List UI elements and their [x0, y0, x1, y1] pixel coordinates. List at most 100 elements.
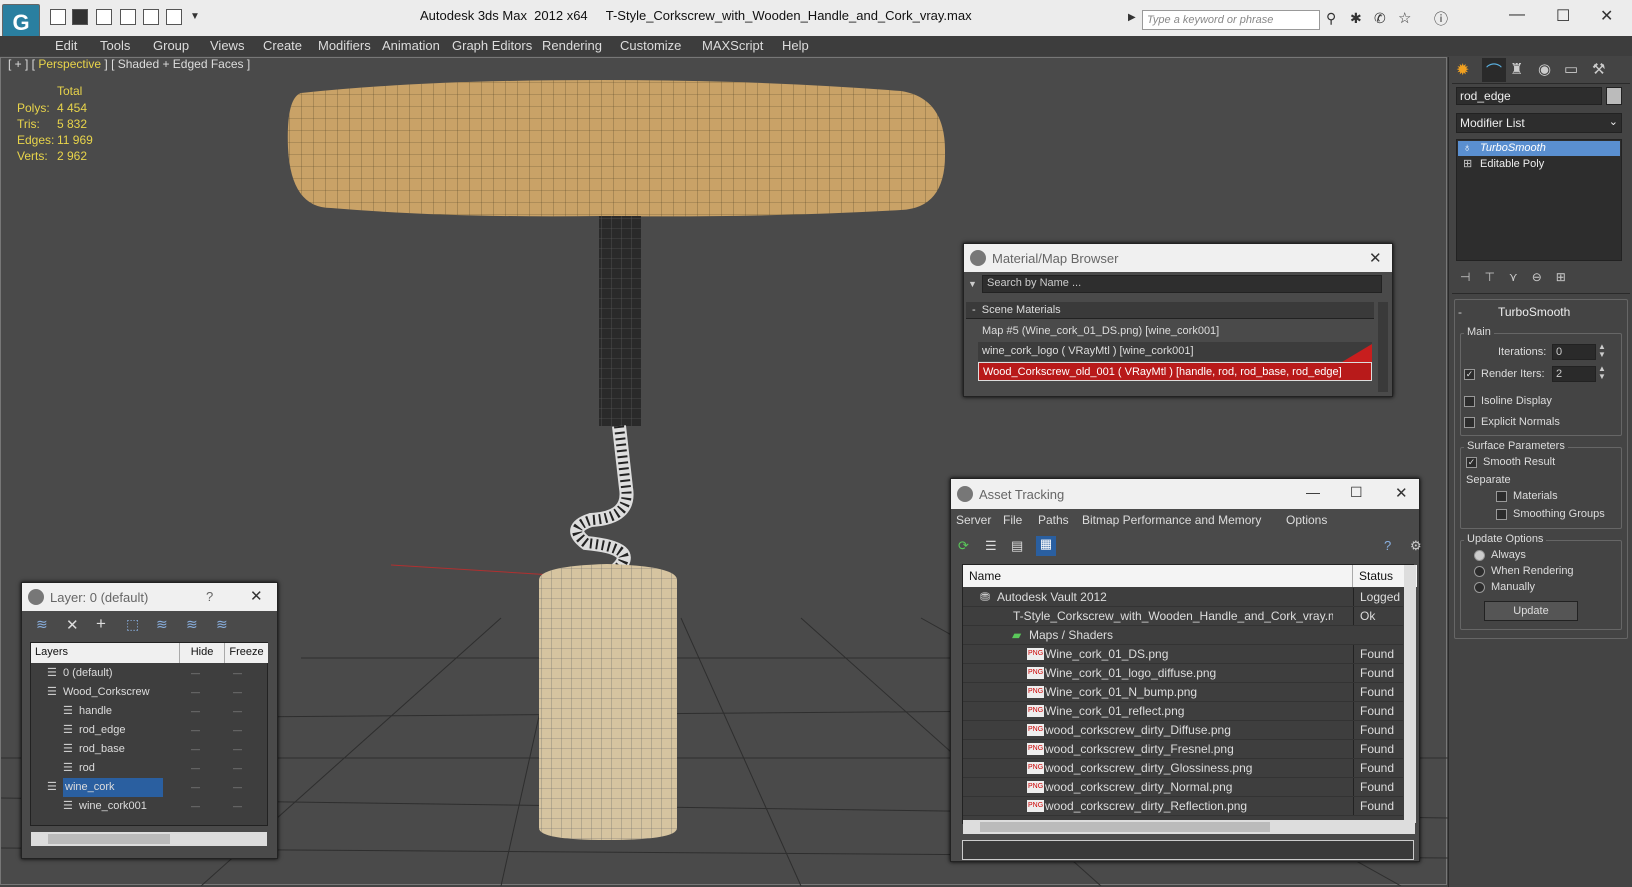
asset-row[interactable]: PNG Wine_cork_01_logo_diffuse.png Found [963, 664, 1403, 683]
layer-freeze-toggle[interactable]: ― [233, 702, 242, 721]
iterations-spinner-arrows[interactable]: ▲ ▼ [1598, 343, 1606, 359]
rollout-title[interactable]: TurboSmooth [1498, 305, 1570, 319]
layer-hide-toggle[interactable]: ― [191, 664, 200, 683]
stack-item-turbosmooth[interactable]: ♁ TurboSmooth [1458, 141, 1620, 156]
maximize-icon[interactable]: ☐ [1556, 6, 1570, 26]
lightbulb-icon[interactable]: ♁ [1463, 141, 1471, 156]
layer-hide-toggle[interactable]: ― [191, 740, 200, 759]
asset-vertical-scrollbar[interactable] [1404, 565, 1416, 823]
material-browser-titlebar[interactable]: Material/Map Browser ✕ [964, 244, 1392, 272]
create-tab-icon[interactable]: ✹ [1456, 60, 1469, 80]
stack-item-editable-poly[interactable]: ⊞ Editable Poly [1458, 157, 1620, 172]
expand-plus-icon[interactable]: ⊞ [1463, 157, 1472, 172]
highlight-layer-icon[interactable]: ≋ [156, 616, 168, 633]
menu-maxscript[interactable]: MAXScript [702, 36, 763, 56]
layer-col-freeze[interactable]: Freeze [224, 643, 268, 663]
material-search-input[interactable]: Search by Name ... [982, 275, 1382, 293]
thumbnail-view-icon[interactable]: ▤ [1011, 538, 1023, 554]
utilities-tab-icon[interactable]: ⚒ [1592, 60, 1605, 78]
menu-tools[interactable]: Tools [100, 36, 130, 56]
redo-icon[interactable] [143, 9, 159, 25]
asset-menu-server[interactable]: Server [956, 513, 991, 527]
separate-materials-checkbox[interactable]: Materials [1496, 490, 1558, 502]
menu-help[interactable]: Help [782, 36, 809, 56]
explicit-normals-checkbox[interactable]: Explicit Normals [1464, 416, 1560, 428]
layer-freeze-toggle[interactable]: ― [233, 797, 242, 816]
asset-settings-icon[interactable]: ⚙ [1410, 538, 1422, 554]
browser-options-dropdown-icon[interactable]: ▼ [968, 279, 977, 289]
binoculars-icon[interactable]: ⚲ [1326, 10, 1336, 27]
layer-col-layers[interactable]: Layers [31, 643, 179, 663]
material-item-wine-cork-logo[interactable]: wine_cork_logo ( VRayMtl ) [wine_cork001… [978, 342, 1372, 361]
search-expand-icon[interactable]: ▶ [1128, 12, 1136, 23]
layer-row[interactable]: ☰ rod_base ― ― [31, 740, 267, 759]
smooth-result-checkbox[interactable]: ✓ Smooth Result [1466, 456, 1555, 468]
layer-hide-toggle[interactable]: ― [191, 721, 200, 740]
asset-col-name[interactable]: Name [963, 565, 1353, 587]
add-to-layer-icon[interactable]: + [96, 614, 106, 634]
object-name-field[interactable]: rod_edge [1456, 87, 1602, 105]
menu-create[interactable]: Create [263, 36, 302, 56]
asset-row[interactable]: PNG Wine_cork_01_reflect.png Found [963, 702, 1403, 721]
keyword-search-input[interactable]: Type a keyword or phrase [1142, 10, 1320, 30]
modify-tab-icon[interactable]: ⌒ [1482, 58, 1506, 82]
layer-row[interactable]: ☰ rod ― ― [31, 759, 267, 778]
iterations-spinner[interactable]: 0 [1552, 344, 1596, 360]
asset-row[interactable]: PNG wood_corkscrew_dirty_Normal.png Found [963, 778, 1403, 797]
project-folder-icon[interactable] [166, 9, 182, 25]
asset-row[interactable]: PNG wood_corkscrew_dirty_Reflection.png Fo… [963, 797, 1403, 816]
update-always-radio[interactable]: Always [1474, 549, 1526, 561]
menu-group[interactable]: Group [153, 36, 189, 56]
layer-row[interactable]: ☰ Wood_Corkscrew ― ― [31, 683, 267, 702]
menu-graph-editors[interactable]: Graph Editors [452, 36, 532, 56]
freeze-all-layers-icon[interactable]: ≋ [216, 616, 228, 633]
menu-customize[interactable]: Customize [620, 36, 681, 56]
menu-rendering[interactable]: Rendering [542, 36, 602, 56]
render-iters-checkbox[interactable]: ✓ Render Iters: [1464, 368, 1545, 380]
update-when-rendering-radio[interactable]: When Rendering [1474, 565, 1574, 577]
new-file-icon[interactable] [50, 9, 66, 25]
isoline-display-checkbox[interactable]: Isoline Display [1464, 395, 1552, 407]
display-tab-icon[interactable]: ▭ [1564, 60, 1578, 78]
layer-freeze-toggle[interactable]: ― [233, 664, 242, 683]
material-item-wood-corkscrew[interactable]: Wood_Corkscrew_old_001 ( VRayMtl ) [hand… [978, 362, 1372, 381]
asset-row[interactable]: PNG Wine_cork_01_DS.png Found [963, 645, 1403, 664]
help-icon[interactable]: ⓘ [1434, 9, 1448, 29]
asset-horizontal-scroll-thumb[interactable] [980, 822, 1270, 832]
layer-hide-toggle[interactable]: ― [191, 702, 200, 721]
asset-row[interactable]: ▰ Maps / Shaders [963, 626, 1403, 645]
menu-animation[interactable]: Animation [382, 36, 440, 56]
table-view-icon[interactable]: ▦ [1036, 536, 1056, 556]
menu-views[interactable]: Views [210, 36, 244, 56]
asset-menu-file[interactable]: File [1003, 513, 1022, 527]
open-file-icon[interactable] [72, 9, 88, 25]
asset-tracking-titlebar[interactable]: Asset Tracking — ☐ ✕ [951, 479, 1419, 509]
render-iters-spinner-arrows[interactable]: ▲ ▼ [1598, 365, 1606, 381]
asset-help-icon[interactable]: ? [1384, 538, 1391, 553]
layer-hide-toggle[interactable]: ― [191, 797, 200, 816]
asset-row[interactable]: T-Style_Corkscrew_with_Wooden_Handle_and… [963, 607, 1403, 626]
asset-row[interactable]: PNG wood_corkscrew_dirty_Diffuse.png Found [963, 721, 1403, 740]
close-icon[interactable]: ✕ [1600, 6, 1613, 26]
asset-row[interactable]: PNG wood_corkscrew_dirty_Fresnel.png Found [963, 740, 1403, 759]
communication-icon[interactable]: ✆ [1374, 10, 1386, 27]
material-browser-scrollbar[interactable] [1378, 302, 1388, 392]
layer-col-hide[interactable]: Hide [179, 643, 224, 663]
update-button[interactable]: Update [1484, 601, 1578, 621]
minimize-icon[interactable]: — [1509, 6, 1525, 24]
layer-help-icon[interactable]: ? [206, 589, 213, 604]
save-icon[interactable] [96, 9, 112, 25]
refresh-icon[interactable]: ⟳ [958, 538, 969, 554]
undo-icon[interactable] [120, 9, 136, 25]
layer-titlebar[interactable]: Layer: 0 (default) ? ✕ [22, 583, 277, 611]
layer-freeze-toggle[interactable]: ― [233, 778, 242, 797]
menu-modifiers[interactable]: Modifiers [318, 36, 371, 56]
subscription-icon[interactable]: ✱ [1350, 10, 1362, 27]
layer-freeze-toggle[interactable]: ― [233, 683, 242, 702]
modifier-list-dropdown[interactable]: Modifier List ⌄ [1456, 113, 1622, 133]
create-layer-icon[interactable]: ≋ [36, 616, 48, 633]
asset-menu-bitmap-performance[interactable]: Bitmap Performance and Memory [1082, 513, 1261, 527]
asset-minimize-icon[interactable]: — [1306, 484, 1320, 500]
layer-row[interactable]: ☰ 0 (default) ― ― [31, 664, 267, 683]
asset-menu-paths[interactable]: Paths [1038, 513, 1069, 527]
